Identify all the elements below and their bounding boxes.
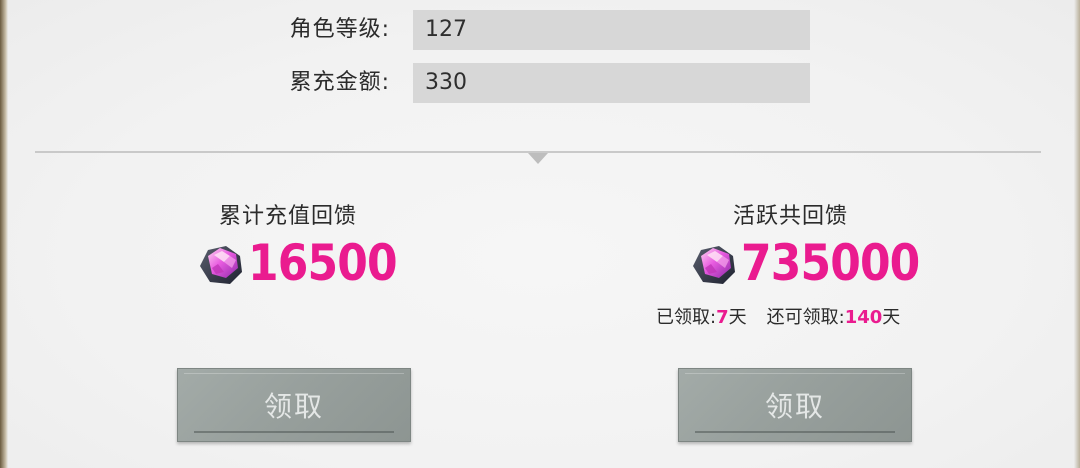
recharge-label: 累充金额:	[289, 70, 390, 95]
level-row: 角色等级: 127	[0, 10, 1080, 50]
cumulative-recharge-title: 累计充值回馈	[219, 204, 358, 229]
divider-notch	[528, 153, 548, 164]
remaining-prefix: 还可领取:	[766, 307, 845, 328]
level-field[interactable]: 127	[413, 10, 810, 50]
claim-progress-info: 已领取:7天 还可领取:140天	[656, 303, 900, 329]
cumulative-recharge-amount: 16500	[248, 234, 398, 292]
recharge-field[interactable]: 330	[413, 63, 810, 103]
cumulative-recharge-amount-row: 16500	[196, 232, 417, 294]
activity-reward-title: 活跃共回馈	[733, 204, 849, 229]
activity-reward-amount-row: 735000	[689, 232, 944, 294]
claimed-days: 7	[716, 307, 729, 328]
claim-cumulative-button-label: 领取	[263, 390, 324, 423]
activity-reward-amount: 735000	[741, 234, 920, 292]
claim-activity-button[interactable]: 领取	[678, 368, 912, 442]
claim-cumulative-button[interactable]: 领取	[177, 368, 411, 442]
level-label: 角色等级:	[289, 17, 390, 42]
claimed-suffix: 天	[728, 307, 747, 328]
claimed-prefix: 已领取:	[656, 307, 717, 328]
pink-gem-icon	[693, 246, 735, 284]
claim-activity-button-label: 领取	[764, 390, 825, 423]
remaining-days: 140	[844, 307, 883, 328]
remaining-suffix: 天	[882, 307, 901, 328]
recharge-row: 累充金额: 330	[0, 63, 1080, 103]
pink-gem-icon	[200, 246, 242, 284]
